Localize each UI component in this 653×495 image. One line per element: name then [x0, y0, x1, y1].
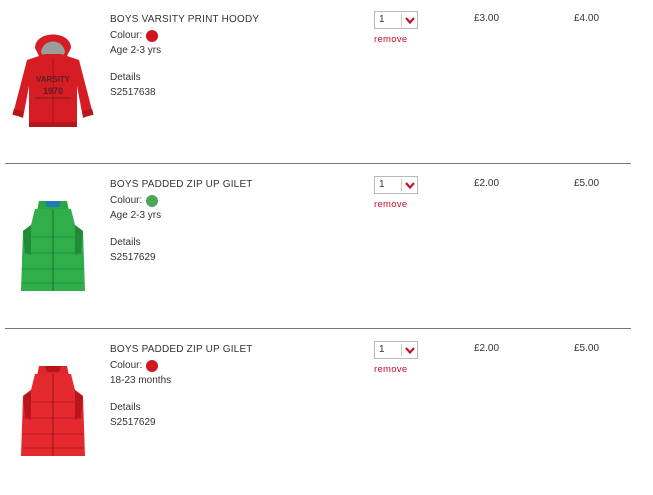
gilet-image[interactable]	[5, 356, 101, 460]
colour-label: Colour:	[110, 30, 143, 41]
product-name[interactable]: BOYS PADDED ZIP UP GILET	[110, 343, 360, 356]
colour-label: Colour:	[110, 360, 143, 371]
hoody-image[interactable]: VARSITY 1970	[5, 26, 101, 130]
product-name[interactable]: BOYS PADDED ZIP UP GILET	[110, 178, 360, 191]
quantity-divider	[401, 179, 402, 191]
item-info: BOYS VARSITY PRINT HOODY Colour: Age 2-3…	[110, 13, 360, 100]
colour-swatch	[146, 194, 159, 207]
item-info: BOYS PADDED ZIP UP GILET Colour: Age 2-3…	[110, 178, 360, 265]
colour-row: Colour:	[110, 193, 360, 208]
sku-text: S2517629	[110, 417, 156, 428]
item-info: BOYS PADDED ZIP UP GILET Colour: 18-23 m…	[110, 343, 360, 430]
quantity-select[interactable]: 1	[374, 176, 418, 194]
item-divider	[5, 328, 631, 329]
remove-link[interactable]: remove	[374, 364, 407, 375]
chevron-down-icon	[405, 182, 415, 190]
basket-list: VARSITY 1970 BOYS VARSITY PRINT HOODY Co…	[0, 0, 653, 494]
unit-price: £3.00	[474, 13, 500, 24]
sku-text: S2517638	[110, 87, 156, 98]
quantity-value: 1	[379, 14, 385, 25]
details-label: Details	[110, 237, 141, 248]
svg-text:VARSITY: VARSITY	[36, 75, 71, 84]
remove-link[interactable]: remove	[374, 34, 407, 45]
chevron-down-icon	[405, 17, 415, 25]
details-label: Details	[110, 72, 141, 83]
size-text: Age 2-3 yrs	[110, 45, 162, 56]
total-price: £4.00	[574, 13, 600, 24]
quantity-select[interactable]: 1	[374, 11, 418, 29]
chevron-down-icon	[405, 347, 415, 355]
total-price: £5.00	[574, 178, 600, 189]
colour-swatch	[146, 29, 159, 42]
quantity-value: 1	[379, 344, 385, 355]
colour-row: Colour:	[110, 28, 360, 43]
size-text: 18-23 months	[110, 375, 172, 386]
basket-item: VARSITY 1970 BOYS VARSITY PRINT HOODY Co…	[0, 0, 632, 165]
quantity-divider	[401, 344, 402, 356]
quantity-value: 1	[379, 179, 385, 190]
product-name[interactable]: BOYS VARSITY PRINT HOODY	[110, 13, 360, 26]
item-divider	[5, 163, 631, 164]
basket-item: BOYS PADDED ZIP UP GILET Colour: 18-23 m…	[0, 330, 632, 495]
colour-swatch	[146, 359, 159, 372]
unit-price: £2.00	[474, 178, 500, 189]
details-label: Details	[110, 402, 141, 413]
quantity-select[interactable]: 1	[374, 341, 418, 359]
quantity-divider	[401, 14, 402, 26]
svg-text:1970: 1970	[43, 86, 63, 96]
remove-link[interactable]: remove	[374, 199, 407, 210]
colour-label: Colour:	[110, 195, 143, 206]
total-price: £5.00	[574, 343, 600, 354]
size-text: Age 2-3 yrs	[110, 210, 162, 221]
colour-row: Colour:	[110, 358, 360, 373]
gilet-image[interactable]	[5, 191, 101, 295]
basket-item: BOYS PADDED ZIP UP GILET Colour: Age 2-3…	[0, 165, 632, 330]
sku-text: S2517629	[110, 252, 156, 263]
unit-price: £2.00	[474, 343, 500, 354]
